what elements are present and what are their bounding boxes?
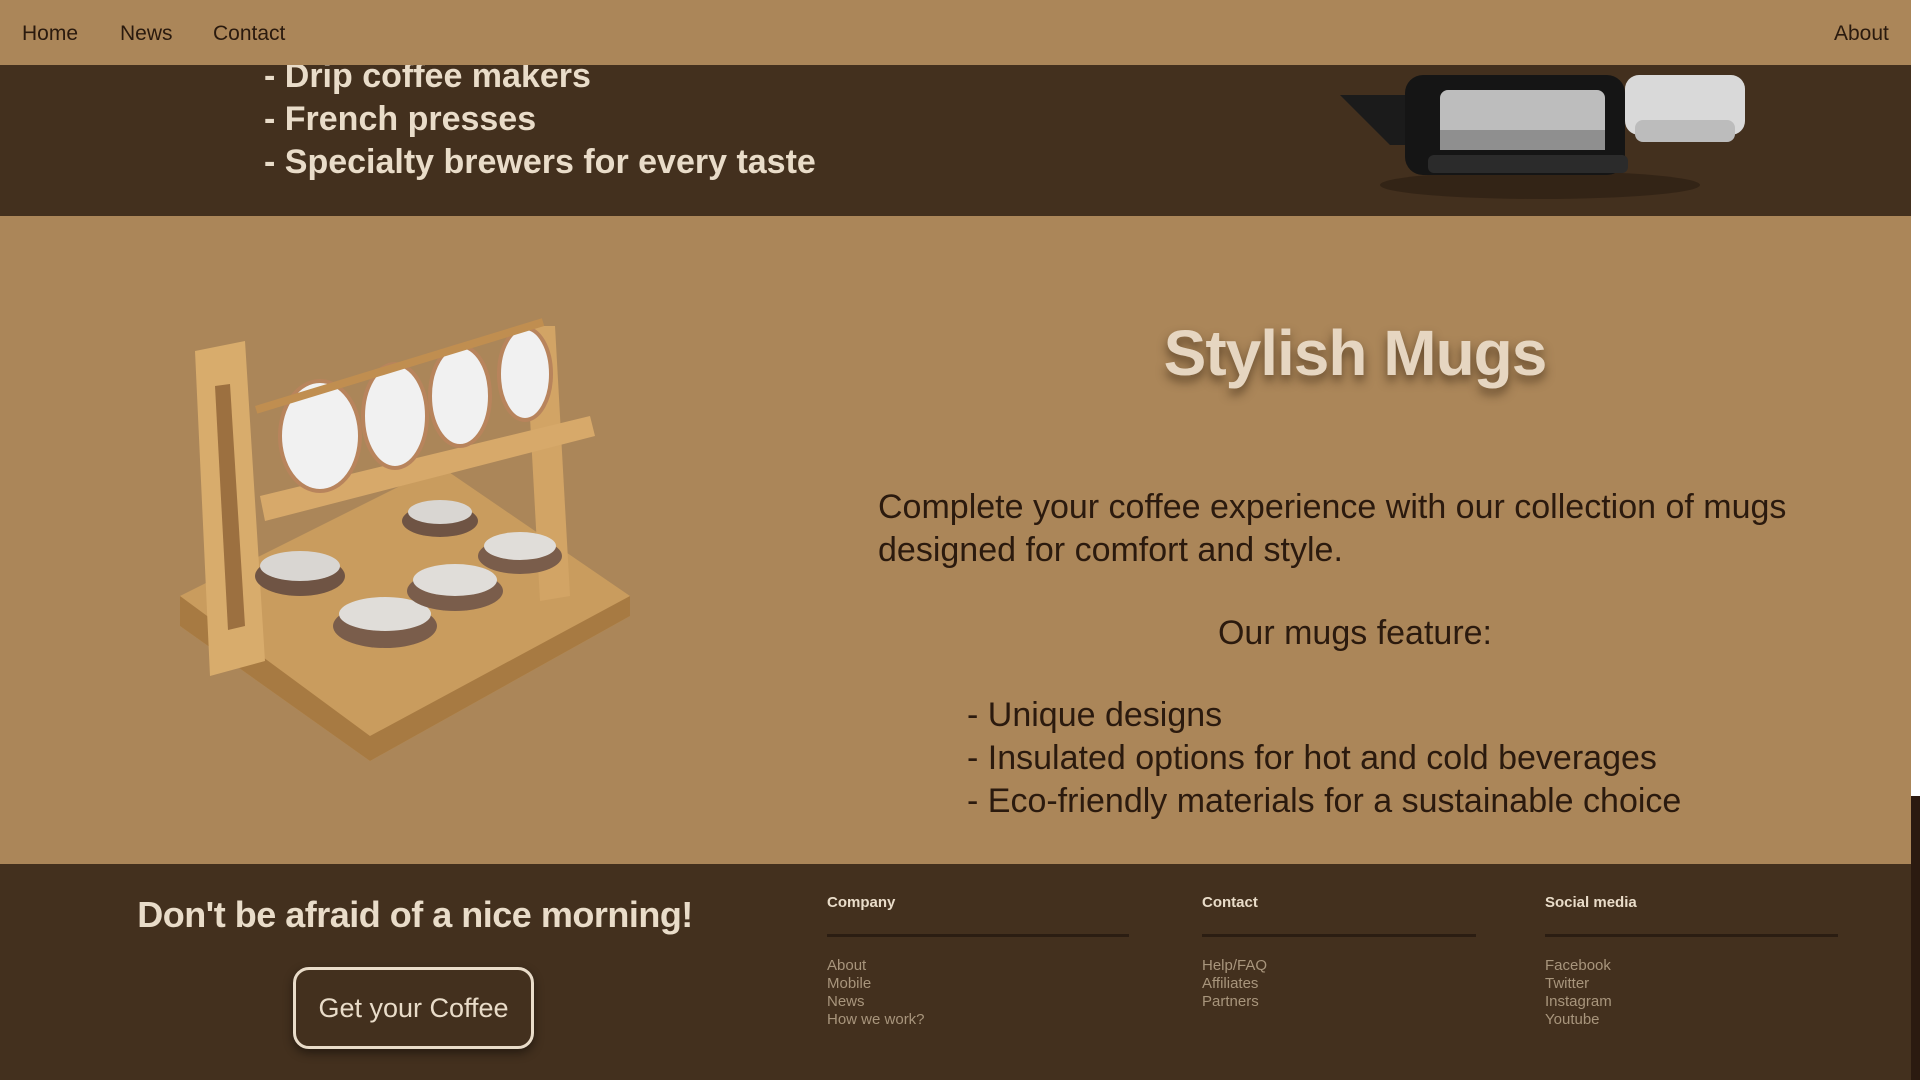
footer-link[interactable]: Help/FAQ: [1202, 957, 1476, 975]
footer-link[interactable]: How we work?: [827, 1011, 1129, 1029]
brewers-item: - French presses: [264, 100, 537, 138]
footer-link[interactable]: Facebook: [1545, 957, 1838, 975]
mugs-feature-list: - Unique designs - Insulated options for…: [967, 694, 1681, 823]
footer-social-column: Social media Facebook Twitter Instagram …: [1545, 894, 1838, 1029]
mugs-feature-item: - Eco-friendly materials for a sustainab…: [967, 782, 1682, 820]
mugs-subtitle: Our mugs feature:: [1217, 614, 1492, 652]
footer-contact-column: Contact Help/FAQ Affiliates Partners: [1202, 894, 1476, 1011]
footer-social-heading: Social media: [1545, 894, 1637, 911]
nav-contact-link[interactable]: Contact: [213, 22, 285, 46]
mug-rack-image: [180, 318, 630, 761]
footer-divider: [827, 934, 1129, 937]
mugs-section: Stylish Mugs Complete your coffee experi…: [0, 216, 1911, 864]
brewers-item: - Drip coffee makers: [264, 65, 591, 95]
scrollbar-thumb[interactable]: [1911, 796, 1920, 1080]
brewers-section: - Drip coffee makers - French presses - …: [0, 65, 1911, 216]
mugs-feature-item: - Insulated options for hot and cold bev…: [967, 739, 1657, 777]
footer-link[interactable]: Mobile: [827, 975, 1129, 993]
footer-link[interactable]: About: [827, 957, 1129, 975]
footer-link[interactable]: News: [827, 993, 1129, 1011]
footer-company-heading: Company: [827, 894, 896, 911]
footer-contact-heading: Contact: [1202, 894, 1258, 911]
footer-slogan: Don't be afraid of a nice morning!: [137, 894, 693, 935]
top-nav: Home News Contact About: [0, 0, 1911, 65]
footer-link[interactable]: Partners: [1202, 993, 1476, 1011]
mugs-title: Stylish Mugs: [1163, 317, 1548, 389]
footer-link[interactable]: Twitter: [1545, 975, 1838, 993]
footer-link[interactable]: Instagram: [1545, 993, 1838, 1011]
brewers-list: - Drip coffee makers - French presses - …: [264, 65, 816, 184]
nav-news-link[interactable]: News: [120, 22, 173, 46]
mugs-feature-item: - Unique designs: [967, 696, 1223, 734]
nav-home-link[interactable]: Home: [22, 22, 78, 46]
footer-link[interactable]: Youtube: [1545, 1011, 1838, 1029]
footer-link[interactable]: Affiliates: [1202, 975, 1476, 993]
footer-divider: [1545, 934, 1838, 937]
coffee-machine-image: [1340, 75, 1745, 199]
brewers-item: - Specialty brewers for every taste: [264, 143, 816, 181]
footer-divider: [1202, 934, 1476, 937]
nav-about-link[interactable]: About: [1834, 22, 1889, 46]
footer-company-column: Company About Mobile News How we work?: [827, 894, 1129, 1029]
get-coffee-button[interactable]: Get your Coffee: [293, 967, 534, 1049]
footer: Don't be afraid of a nice morning! Get y…: [0, 864, 1911, 1080]
mugs-description: Complete your coffee experience with our…: [878, 488, 1787, 569]
